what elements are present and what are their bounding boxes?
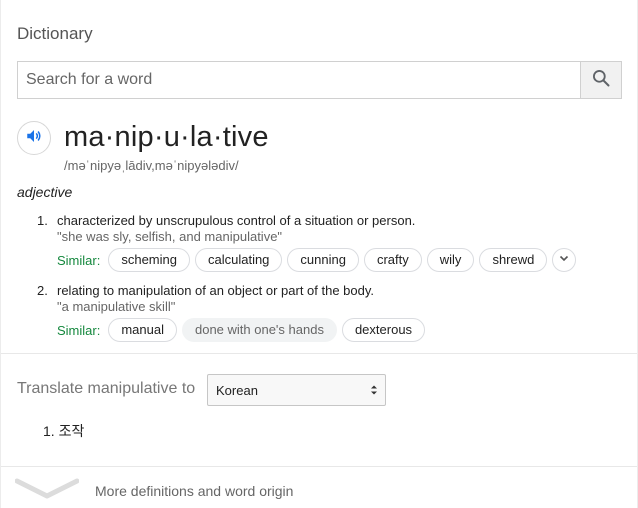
more-definitions-link[interactable]: More definitions and word origin (14, 476, 294, 505)
similar-row-2: Similar: manual done with one's hands de… (57, 318, 430, 342)
chevron-down-icon (558, 251, 570, 269)
similar-chip[interactable]: cunning (287, 248, 359, 272)
search-icon (591, 68, 611, 93)
part-of-speech: adjective (17, 184, 73, 200)
sense-definition: relating to manipulation of an object or… (57, 283, 375, 298)
search-input[interactable] (18, 62, 580, 98)
similar-label: Similar: (57, 252, 101, 268)
chevron-down-icon (14, 476, 80, 505)
sense-number: 1. (37, 213, 48, 228)
sense-example: "a manipulative skill" (57, 299, 176, 314)
language-select[interactable]: Korean (207, 374, 386, 406)
similar-chip[interactable]: wily (426, 248, 475, 272)
dictionary-card: Dictionary ma·nip·u·la·tive /məˈnipyəˌlā… (0, 0, 638, 508)
similar-chip[interactable]: dexterous (341, 318, 426, 342)
similar-chip[interactable]: shrewd (479, 248, 548, 272)
search-box (17, 61, 622, 99)
card-title: Dictionary (17, 24, 93, 43)
translate-label: Translate manipulative to (17, 380, 196, 397)
language-select-value: Korean (216, 382, 258, 398)
speaker-icon (25, 127, 43, 150)
expand-similar-button[interactable] (552, 248, 577, 272)
translation-result: 1. 조작 (43, 421, 84, 441)
phonetic-spelling: /məˈnipyəˌlādiv,məˈnipyələdiv/ (64, 158, 239, 173)
similar-chip[interactable]: calculating (194, 248, 283, 272)
sense-number: 2. (37, 283, 48, 298)
translation-number: 1. (43, 423, 55, 439)
translation-text: 조작 (58, 423, 85, 439)
footer-divider (1, 466, 637, 467)
search-button[interactable] (580, 62, 621, 98)
more-definitions-label: More definitions and word origin (95, 482, 294, 499)
headword: ma·nip·u·la·tive (64, 121, 269, 153)
up-down-arrows-icon (369, 383, 379, 400)
similar-chip[interactable]: scheming (108, 248, 190, 272)
pronounce-button[interactable] (17, 121, 51, 155)
section-divider (1, 353, 637, 354)
sense-example: "she was sly, selfish, and manipulative" (57, 229, 283, 244)
similar-label: Similar: (57, 322, 101, 338)
similar-chip[interactable]: manual (108, 318, 177, 342)
similar-chip[interactable]: crafty (363, 248, 422, 272)
similar-row-1: Similar: scheming calculating cunning cr… (57, 248, 577, 272)
similar-chip: done with one's hands (181, 318, 337, 342)
sense-definition: characterized by unscrupulous control of… (57, 213, 416, 228)
